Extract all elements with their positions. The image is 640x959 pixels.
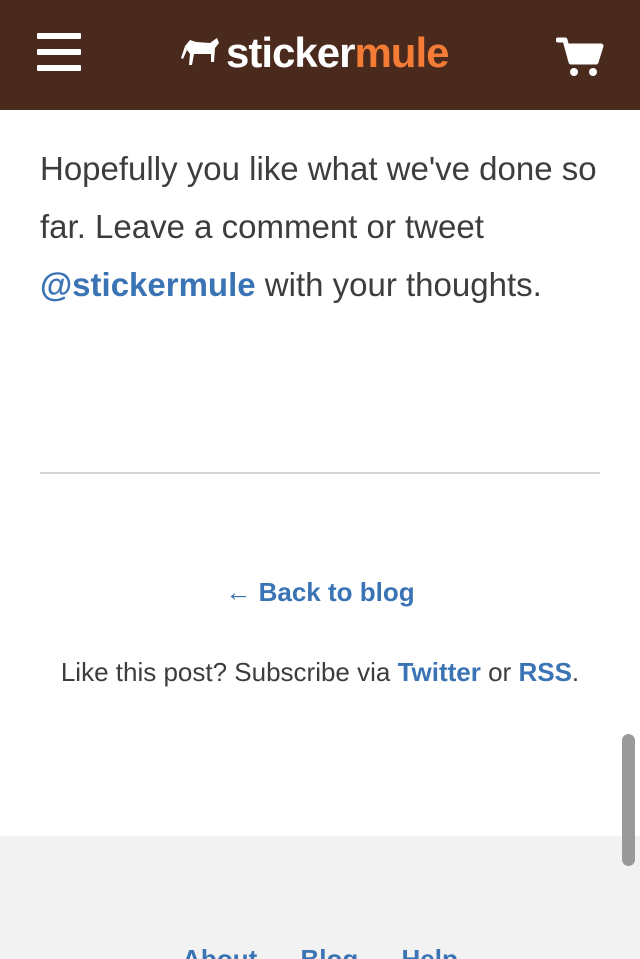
menu-line xyxy=(37,49,81,55)
subscribe-period: . xyxy=(571,657,580,687)
twitter-subscribe-link[interactable]: Twitter xyxy=(398,657,481,687)
footer-link-about[interactable]: About xyxy=(182,944,257,959)
back-to-blog-label: Back to blog xyxy=(258,577,415,607)
left-arrow-icon: ← xyxy=(225,577,252,607)
logo-text-sticker: sticker xyxy=(226,29,355,76)
twitter-mention-link[interactable]: @stickermule xyxy=(40,266,256,303)
vertical-scrollbar[interactable] xyxy=(622,734,635,866)
footer-link-help[interactable]: Help xyxy=(401,944,457,959)
subscribe-text: Like this post? Subscribe via Twitter or… xyxy=(60,650,580,694)
subscribe-or: or xyxy=(480,657,519,687)
mule-logo-icon xyxy=(181,38,219,65)
logo-text-mule: mule xyxy=(354,29,449,76)
article-text-end: with your thoughts. xyxy=(255,266,542,303)
footer-link-blog[interactable]: Blog xyxy=(300,944,358,959)
section-divider xyxy=(40,472,600,474)
back-to-blog-container: ← Back to blog xyxy=(0,574,640,610)
footer-links: About Blog Help xyxy=(0,944,640,959)
top-navigation-bar: sticker mule xyxy=(0,0,640,110)
menu-line xyxy=(37,33,81,39)
back-to-blog-link[interactable]: ← Back to blog xyxy=(225,577,414,607)
sticker-mule-logo[interactable]: sticker mule xyxy=(180,29,449,76)
hamburger-menu-icon[interactable] xyxy=(37,33,81,73)
rss-subscribe-link[interactable]: RSS xyxy=(518,657,571,687)
article-closing-paragraph: Hopefully you like what we've done so fa… xyxy=(40,140,600,314)
page-footer: About Blog Help xyxy=(0,836,640,959)
menu-line xyxy=(37,65,81,71)
cart-svg xyxy=(555,37,604,76)
article-text: Hopefully you like what we've done so fa… xyxy=(40,150,597,245)
shopping-cart-icon[interactable] xyxy=(555,36,604,78)
subscribe-prompt: Like this post? Subscribe via xyxy=(60,657,398,687)
